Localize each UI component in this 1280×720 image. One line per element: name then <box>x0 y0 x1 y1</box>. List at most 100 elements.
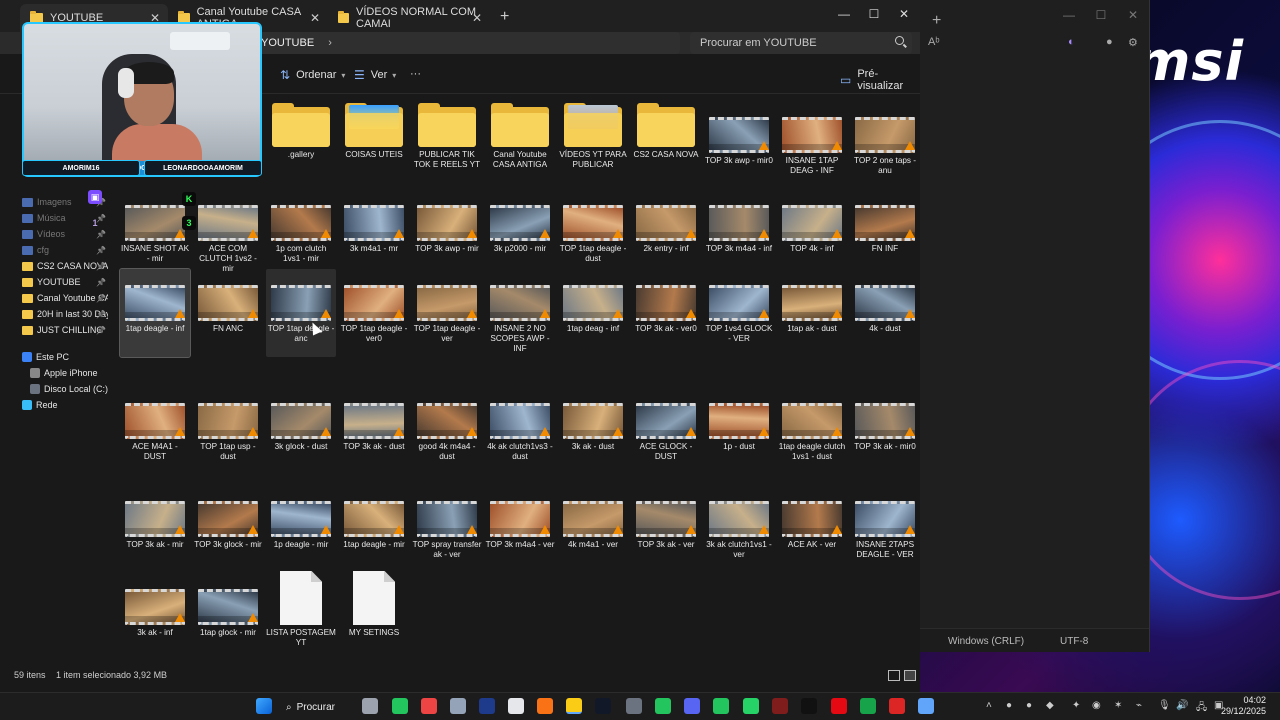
whatsapp-icon[interactable] <box>743 698 759 714</box>
system-clock[interactable]: 04:02 29/12/2025 <box>1221 695 1266 717</box>
mic-icon[interactable]: 🎙 <box>1158 700 1171 711</box>
netflix-icon[interactable] <box>831 698 847 714</box>
search-input[interactable]: Procurar em YOUTUBE <box>690 32 912 54</box>
notepad-close-button[interactable]: ✕ <box>1117 0 1149 30</box>
task-view-icon[interactable] <box>362 698 378 714</box>
breadcrumb-chevron-icon[interactable]: › <box>328 37 332 49</box>
breadcrumb-youtube[interactable]: YOUTUBE <box>261 37 314 49</box>
tiktok-icon[interactable] <box>801 698 817 714</box>
video-file[interactable]: TOP 1tap deagle - dust <box>558 205 628 264</box>
sidebar-rede[interactable]: Rede <box>22 400 108 410</box>
video-file[interactable]: TOP 3k ak - mir0 <box>850 403 920 452</box>
preview-pane-button[interactable]: ▭ Pré-visualizar <box>840 68 920 92</box>
chrome-profile-icon[interactable] <box>713 698 729 714</box>
video-file[interactable]: TOP 1vs4 GLOCK - VER <box>704 285 774 344</box>
sidebar-apple-iphone[interactable]: Apple iPhone <box>30 368 116 378</box>
sort-button[interactable]: ⇅ Ordenar ▾ <box>280 68 345 82</box>
video-file[interactable]: TOP 3k glock - mir <box>193 501 263 550</box>
video-file[interactable]: TOP 3k ak - ver <box>631 501 701 550</box>
tray-app6-icon[interactable]: ▣ <box>1214 700 1223 711</box>
video-file[interactable]: TOP 3k ak - mir <box>120 501 190 550</box>
video-file[interactable]: FN INF <box>850 205 920 254</box>
tray-app1-icon[interactable]: ● <box>1006 700 1012 711</box>
maximize-button[interactable]: ☐ <box>858 2 890 26</box>
settings-gear-icon[interactable]: ⚙ <box>1128 36 1138 49</box>
folder-item[interactable]: PUBLICAR TIK TOK E REELS YT <box>412 103 482 170</box>
steam-icon[interactable] <box>479 698 495 714</box>
video-file[interactable]: ACE GLOCK - DUST <box>631 403 701 462</box>
more-options-button[interactable]: ··· <box>410 68 421 80</box>
sidebar-este-pc[interactable]: Este PC <box>22 352 108 362</box>
close-button[interactable]: ✕ <box>888 2 920 26</box>
tab-videos-normal[interactable]: VÍDEOS NORMAL COM CAMAI ✕ <box>328 4 490 32</box>
epic-games-icon[interactable] <box>508 698 524 714</box>
text-file[interactable]: MY SETINGS <box>339 571 409 638</box>
video-file[interactable]: 3k m4a1 - mr <box>339 205 409 254</box>
video-file[interactable]: 4k - dust <box>850 285 920 334</box>
video-file[interactable]: 3k p2000 - mir <box>485 205 555 254</box>
notepad-maximize-button[interactable]: ☐ <box>1085 0 1117 30</box>
video-file[interactable]: TOP 1tap usp - dust <box>193 403 263 462</box>
folder-item[interactable]: .gallery <box>266 103 336 160</box>
video-file[interactable]: TOP 1tap deagle - ver0 <box>339 285 409 344</box>
video-file[interactable]: TOP 1tap deagle - anc <box>266 269 336 357</box>
opera-icon[interactable] <box>421 698 437 714</box>
sidebar-disco-local[interactable]: Disco Local (C:) <box>30 384 116 394</box>
file-explorer-icon[interactable] <box>566 698 582 714</box>
video-file[interactable]: ACE M4A1 - DUST <box>120 403 190 462</box>
video-file[interactable]: TOP spray transfer ak - ver <box>412 501 482 560</box>
folder-item[interactable]: CS2 CASA NOVA <box>631 103 701 160</box>
tab-close-icon[interactable]: ✕ <box>472 11 482 25</box>
notepad-window[interactable]: + — ☐ ✕ Aᵇ ◐ ● ⚙ Windows (CRLF) UTF-8 <box>920 0 1150 652</box>
video-file[interactable]: TOP 3k ak - dust <box>339 403 409 452</box>
video-file[interactable]: 1tap glock - mir <box>193 589 263 638</box>
network-icon[interactable]: 🖧 <box>1196 700 1207 717</box>
video-file[interactable]: TOP 3k ak - ver0 <box>631 285 701 334</box>
video-file[interactable]: 3k ak - dust <box>558 403 628 452</box>
sidebar-item[interactable]: CS2 CASA NOVA 📌 <box>22 261 108 271</box>
video-file[interactable]: 1tap deag - inf <box>558 285 628 334</box>
video-file[interactable]: TOP 1tap deagle - ver <box>412 285 482 344</box>
video-file[interactable]: 1p com clutch 1vs1 - mir <box>266 205 336 264</box>
video-file[interactable]: TOP 3k awp - mir0 <box>704 103 774 166</box>
video-file[interactable]: 1p deagle - mir <box>266 501 336 550</box>
video-file[interactable]: 1p - dust <box>704 403 774 452</box>
video-file[interactable]: ACE COM CLUTCH 1vs2 - mir <box>193 205 263 274</box>
new-tab-button[interactable]: + <box>500 8 509 26</box>
folder-item[interactable]: Canal Youtube CASA ANTIGA <box>485 103 555 170</box>
video-file[interactable]: 3k ak clutch1vs1 - ver <box>704 501 774 560</box>
video-file[interactable]: 3k ak - inf <box>120 589 190 638</box>
sidebar-item[interactable]: Vídeos 📌 <box>22 229 108 239</box>
video-file[interactable]: 1tap deagle - mir <box>339 501 409 550</box>
volume-icon[interactable]: 🔊 <box>1176 700 1188 711</box>
large-icons-view-icon[interactable] <box>904 670 916 681</box>
tray-app3-icon[interactable]: ◆ <box>1046 700 1054 711</box>
video-file[interactable]: INSANE 2TAPS DEAGLE - VER <box>850 501 920 560</box>
premiere-icon[interactable] <box>595 698 611 714</box>
chrome-icon[interactable] <box>392 698 408 714</box>
cs2-icon[interactable] <box>772 698 788 714</box>
video-file[interactable]: TOP 3k m4a4 - ver <box>485 501 555 550</box>
sidebar-item[interactable]: 20H in last 30 Day 📌 <box>22 309 108 319</box>
details-view-icon[interactable] <box>888 670 900 681</box>
discord-icon[interactable] <box>684 698 700 714</box>
notepad-format-icon[interactable]: Aᵇ <box>928 36 940 48</box>
address-bar[interactable]: YOUTUBE › <box>255 32 680 54</box>
video-file[interactable]: 1tap deagle clutch 1vs1 - dust <box>777 403 847 462</box>
chrome-work-icon[interactable] <box>860 698 876 714</box>
tray-chevron-icon[interactable]: ˄ <box>986 700 992 711</box>
video-file[interactable]: 2k entry - inf <box>631 205 701 254</box>
video-file[interactable]: 4k m4a1 - ver <box>558 501 628 550</box>
tray-chrome-icon[interactable]: ◉ <box>1092 700 1101 711</box>
video-file[interactable]: INSANE 1TAP DEAG - INF <box>777 103 847 176</box>
video-file[interactable]: INSANE SHOT AK - mir <box>120 205 190 264</box>
spotify-icon[interactable] <box>655 698 671 714</box>
sidebar-item[interactable]: YOUTUBE 📌 <box>22 277 108 287</box>
notepad-icon[interactable] <box>918 698 934 714</box>
video-file[interactable]: 3k glock - dust <box>266 403 336 452</box>
red-app-icon[interactable] <box>889 698 905 714</box>
tray-bluetooth-icon[interactable]: ⌁ <box>1136 700 1142 711</box>
video-file[interactable]: TOP 4k - inf <box>777 205 847 254</box>
notepad-new-tab-button[interactable]: + <box>932 12 941 30</box>
tray-app4-icon[interactable]: ✦ <box>1072 700 1080 711</box>
